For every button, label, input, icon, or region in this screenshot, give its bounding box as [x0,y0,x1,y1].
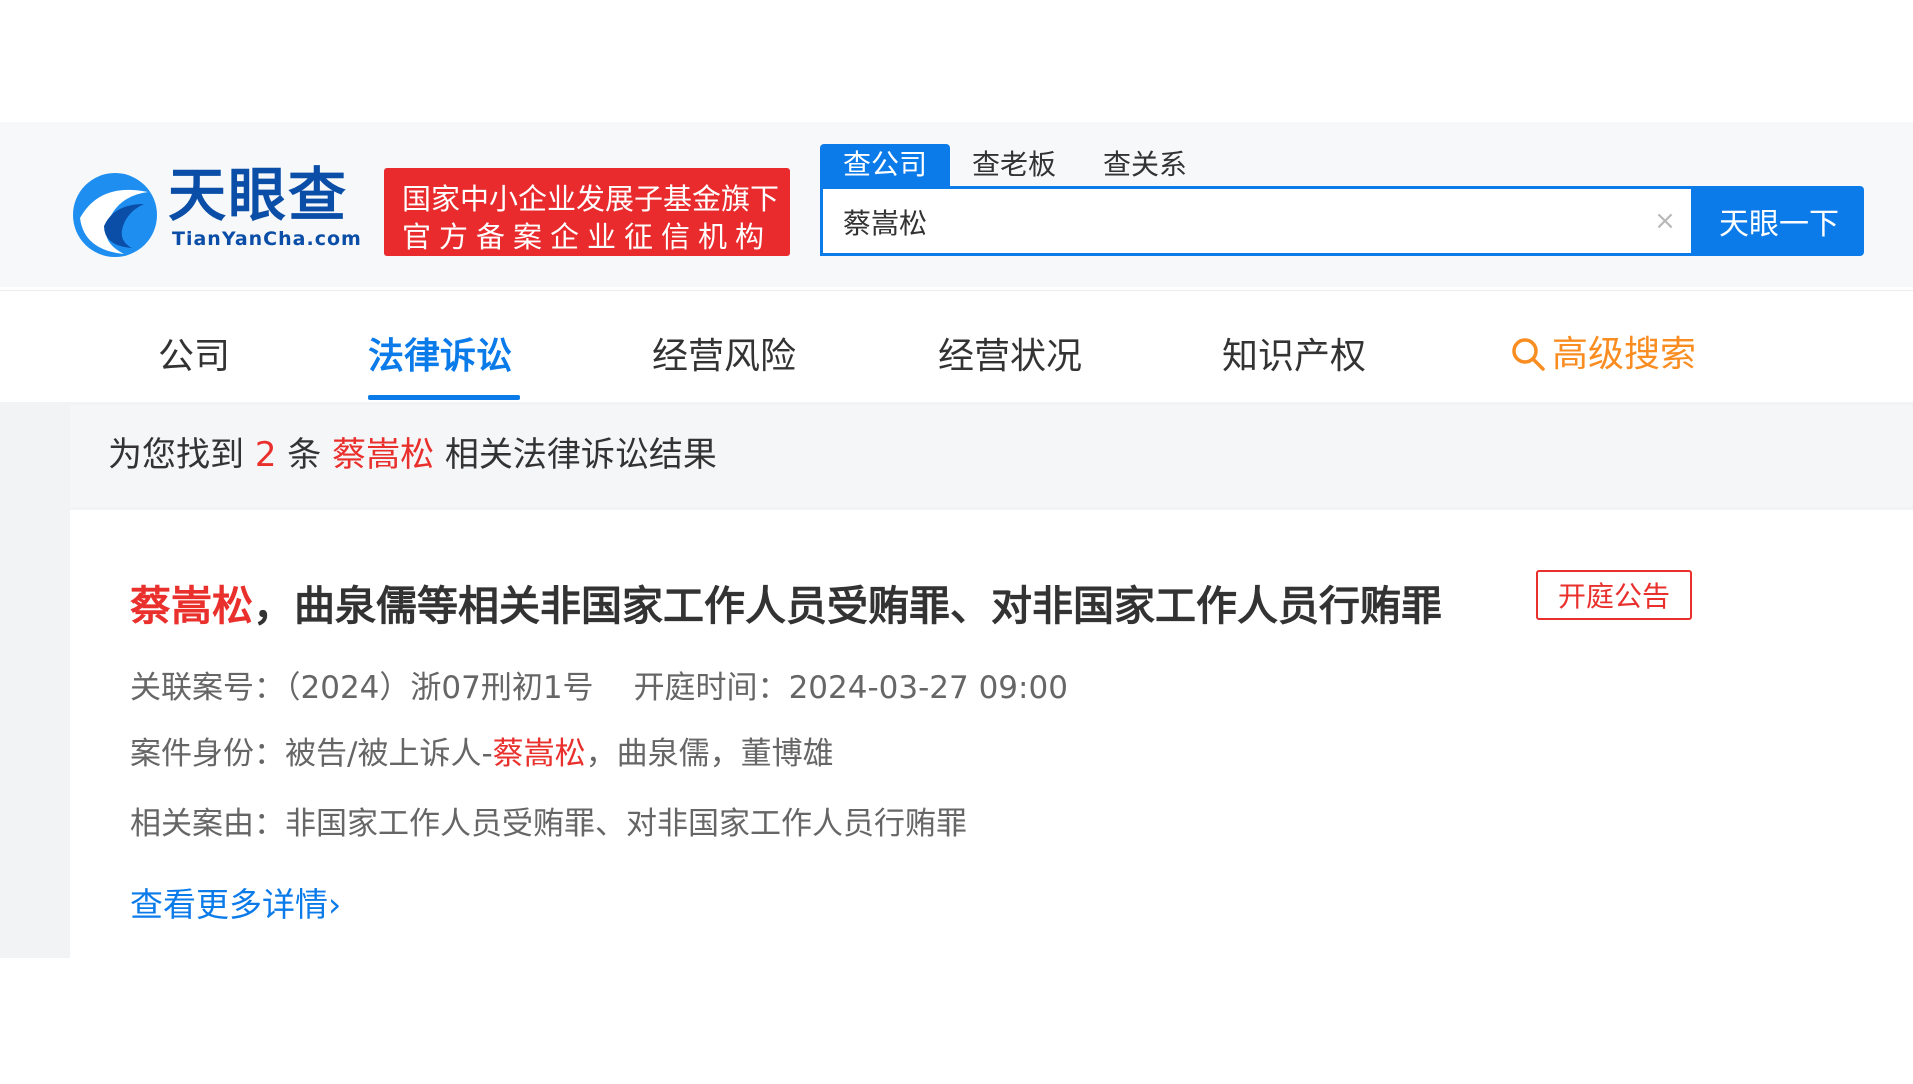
case-cause-label: 相关案由： [130,806,285,842]
search-button[interactable]: 天眼一下 [1694,186,1864,256]
nav-business-risk[interactable]: 经营风险 [652,327,796,379]
summary-prefix: 为您找到 [108,435,244,475]
case-number-row: 关联案号：（2024）浙07刑初1号 开庭时间：2024-03-27 09:00 [130,662,1068,707]
advanced-search-link[interactable]: 高级搜索 [1510,325,1696,377]
result-count: 2 [254,435,277,475]
case-number-label: 关联案号： [130,670,285,706]
case-title-text: ，曲泉儒等相关非国家工作人员受贿罪、对非国家工作人员行贿罪 [253,582,1442,630]
nav-legal-litigation[interactable]: 法律诉讼 [368,327,512,379]
clear-icon[interactable]: × [1651,207,1679,235]
case-role-label: 案件身份： [130,736,285,772]
brand-name: 天眼查 [168,161,349,229]
case-cause-row: 相关案由：非国家工作人员受贿罪、对非国家工作人员行贿罪 [130,798,967,843]
logo-eye-icon [73,173,157,257]
view-more-details-link[interactable]: 查看更多详情› [130,878,341,926]
case-title-link[interactable]: 蔡嵩松，曲泉儒等相关非国家工作人员受贿罪、对非国家工作人员行贿罪 [130,572,1442,632]
case-cause-value: 非国家工作人员受贿罪、对非国家工作人员行贿罪 [285,806,967,842]
search-icon [1512,338,1545,371]
category-nav: 公司 法律诉讼 经营风险 经营状况 知识产权 高级搜索 [0,290,1913,403]
case-role-prefix: 被告/被上诉人- [285,736,493,772]
tab-search-boss[interactable]: 查老板 [972,144,1056,186]
case-title-highlight: 蔡嵩松 [130,582,253,630]
hearing-time-value: 2024-03-27 09:00 [788,670,1068,706]
summary-keyword: 蔡嵩松 [332,435,435,475]
tab-search-relation[interactable]: 查关系 [1103,144,1187,186]
brand-domain: TianYanCha.com [172,228,362,250]
nav-intellectual-property[interactable]: 知识产权 [1222,327,1366,379]
case-role-highlight: 蔡嵩松 [492,736,586,772]
result-card: 蔡嵩松，曲泉儒等相关非国家工作人员受贿罪、对非国家工作人员行贿罪 开庭公告 关联… [70,510,1913,958]
case-role-row: 案件身份：被告/被上诉人-蔡嵩松，曲泉儒，董博雄 [130,728,834,773]
summary-text: 为您找到 2 条 蔡嵩松 相关法律诉讼结果 [108,427,717,476]
nav-business-status[interactable]: 经营状况 [938,327,1082,379]
summary-suffix: 相关法律诉讼结果 [444,435,717,475]
court-notice-tag: 开庭公告 [1536,570,1692,620]
case-number-value: （2024）浙07刑初1号 [285,670,594,706]
advanced-search-label: 高级搜索 [1552,334,1697,375]
result-summary: 为您找到 2 条 蔡嵩松 相关法律诉讼结果 [70,405,1913,507]
badge-line-1: 国家中小企业发展子基金旗下 [402,182,780,216]
summary-unit: 条 [287,435,322,475]
badge-line-2: 官方备案企业征信机构 [402,220,773,254]
view-more-label: 查看更多详情 [130,885,328,924]
official-badge: 国家中小企业发展子基金旗下 官方备案企业征信机构 [384,168,790,256]
nav-company[interactable]: 公司 [158,327,230,379]
search-box: × [820,186,1694,256]
chevron-right-icon: › [328,885,342,924]
hearing-time-label: 开庭时间： [633,670,789,706]
case-role-rest: ，曲泉儒，董博雄 [585,736,834,772]
tab-search-company[interactable]: 查公司 [820,144,950,186]
search-input[interactable] [841,201,1625,243]
active-tab-underline [368,395,520,400]
tianyancha-logo[interactable]: 天眼查 TianYanCha.com [70,161,370,264]
